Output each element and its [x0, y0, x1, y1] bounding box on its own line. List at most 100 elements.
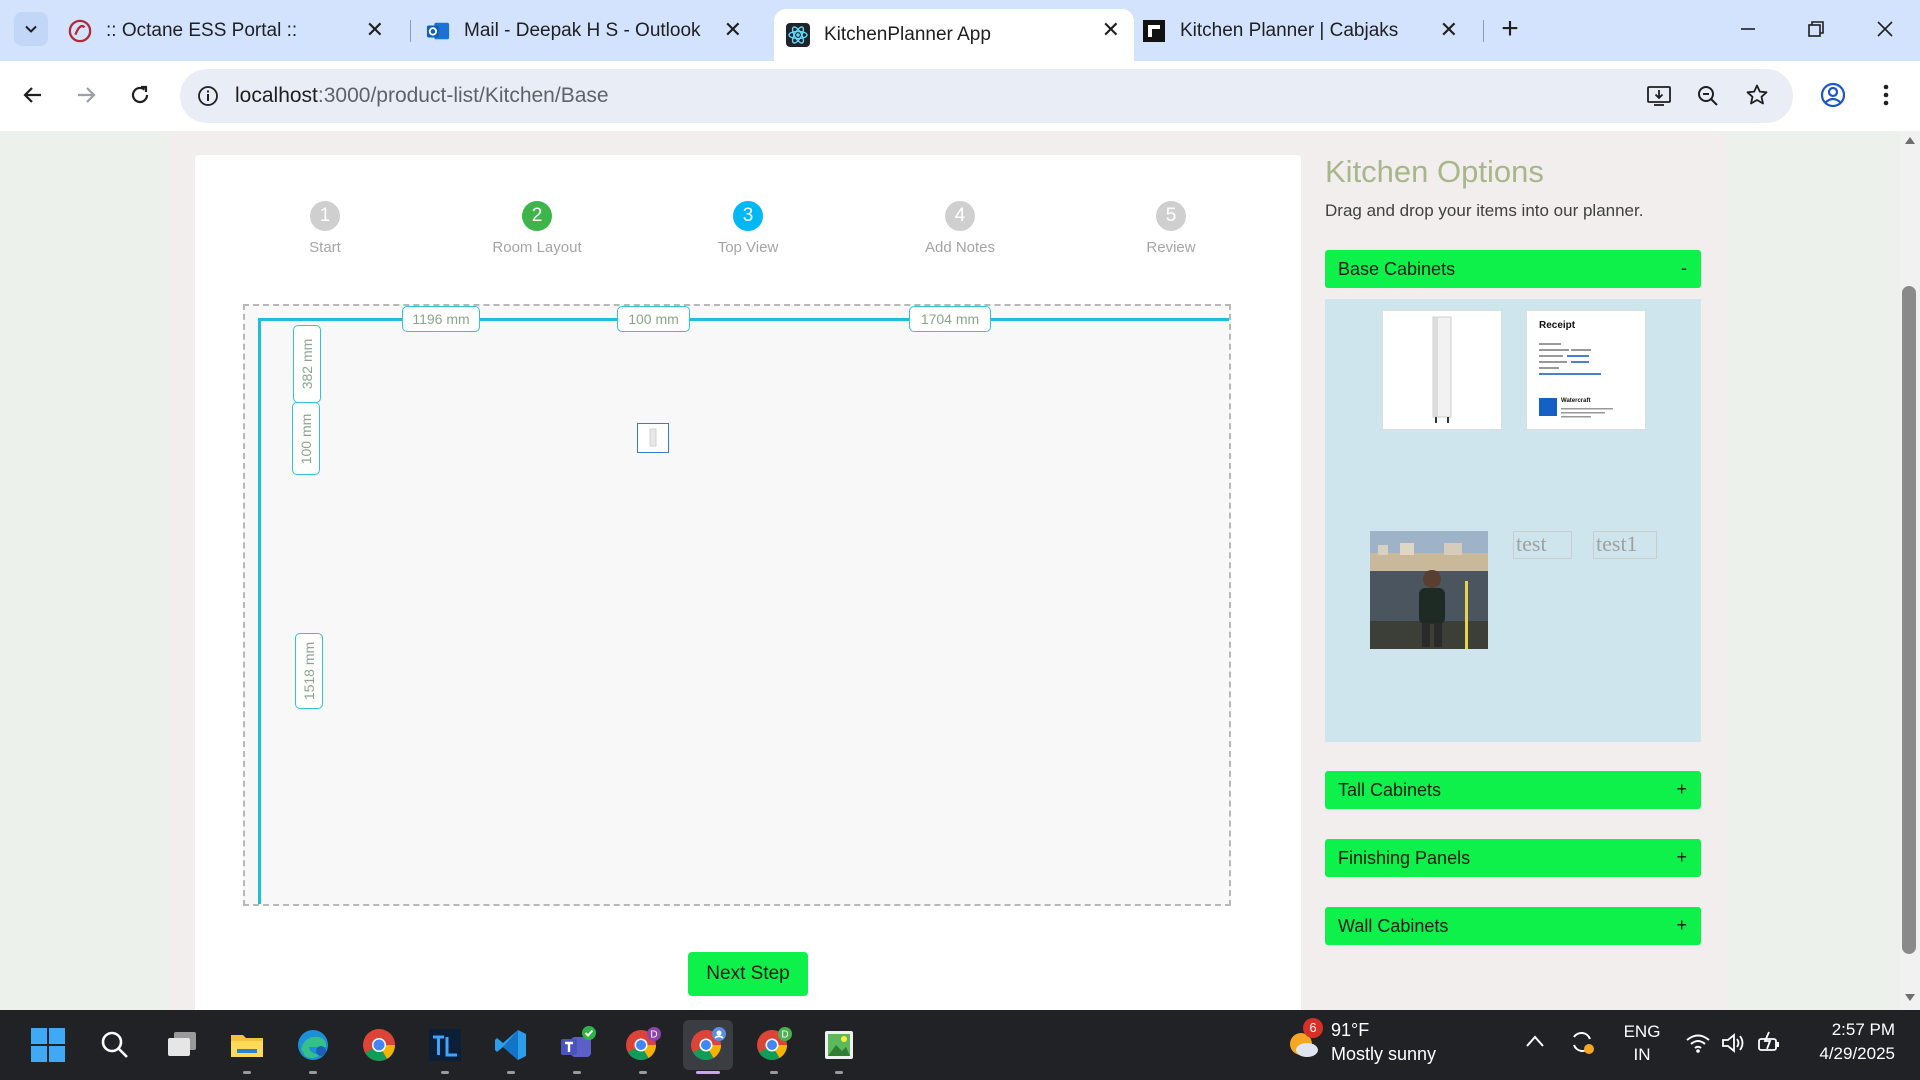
- step-label: Add Notes: [924, 239, 996, 256]
- accordion-label: Finishing Panels: [1338, 848, 1471, 868]
- url-text[interactable]: localhost:3000/product-list/Kitchen/Base: [235, 84, 609, 108]
- tl-app-button[interactable]: [420, 1020, 470, 1074]
- battery-button[interactable]: [1756, 1030, 1782, 1060]
- region-indicator[interactable]: IN: [1623, 1045, 1661, 1065]
- dimension-label-left[interactable]: 100 mm: [292, 402, 320, 475]
- weather-badge: 6: [1303, 1018, 1323, 1038]
- step-start[interactable]: 1 Start: [255, 201, 395, 256]
- collapse-icon[interactable]: -: [1681, 258, 1687, 279]
- tab-separator: [410, 20, 411, 42]
- step-add-notes[interactable]: 4 Add Notes: [890, 201, 1030, 256]
- task-view-button[interactable]: [157, 1020, 207, 1070]
- tab-cabjaks[interactable]: Kitchen Planner | Cabjaks ✕: [1142, 9, 1472, 53]
- broken-image-test1[interactable]: test1: [1593, 531, 1657, 559]
- receipt-brand: Watercraft: [1561, 398, 1591, 404]
- scroll-up-icon[interactable]: [1904, 135, 1916, 145]
- start-button[interactable]: [23, 1020, 73, 1070]
- minimize-icon: [1741, 28, 1755, 30]
- product-photo[interactable]: [1370, 531, 1488, 649]
- language-indicator[interactable]: ENG: [1623, 1022, 1661, 1042]
- bookmark-star-icon[interactable]: [1745, 83, 1769, 107]
- forward-button[interactable]: [68, 77, 104, 113]
- close-window-button[interactable]: [1865, 14, 1905, 44]
- tab-separator: [1483, 20, 1484, 42]
- chrome-active-button[interactable]: [683, 1020, 733, 1074]
- dimension-label-top[interactable]: 1196 mm: [402, 306, 480, 332]
- accordion-wall-cabinets[interactable]: Wall Cabinets +: [1325, 907, 1701, 945]
- close-tab-icon[interactable]: ✕: [724, 19, 742, 41]
- scrollbar-thumb[interactable]: [1902, 286, 1916, 954]
- weather-temperature[interactable]: 91°F: [1331, 1020, 1369, 1041]
- clock-date[interactable]: 4/29/2025: [1795, 1044, 1895, 1064]
- new-tab-button[interactable]: +: [1490, 12, 1530, 45]
- arrow-right-icon: [78, 87, 96, 103]
- tab-octane[interactable]: :: Octane ESS Portal :: ✕: [68, 9, 398, 53]
- placed-cabinet-item[interactable]: [637, 423, 669, 453]
- tab-search-dropdown-button[interactable]: [14, 12, 48, 46]
- search-taskbar-button[interactable]: [90, 1020, 140, 1070]
- product-tall-cabinet[interactable]: [1382, 310, 1502, 430]
- accordion-finishing-panels[interactable]: Finishing Panels +: [1325, 839, 1701, 877]
- back-button[interactable]: [15, 77, 51, 113]
- receipt-footer-lines: [1561, 408, 1613, 418]
- dimension-label-top[interactable]: 1704 mm: [909, 306, 991, 332]
- receipt-lines: [1539, 343, 1601, 375]
- volume-button[interactable]: [1720, 1032, 1746, 1058]
- tab-kitchenplanner[interactable]: KitchenPlanner App ✕: [774, 9, 1134, 61]
- chrome-taskbar-button[interactable]: [354, 1020, 404, 1070]
- clock-time[interactable]: 2:57 PM: [1803, 1020, 1895, 1040]
- chrome-profile-icon: D: [757, 1027, 792, 1061]
- site-info-icon[interactable]: [197, 85, 219, 107]
- product-receipt-image[interactable]: Receipt Watercraft: [1526, 310, 1646, 430]
- profile-button[interactable]: [1815, 77, 1851, 113]
- dimension-label-top[interactable]: 100 mm: [617, 306, 690, 332]
- browser-menu-button[interactable]: [1868, 77, 1904, 113]
- image-viewer-button[interactable]: [814, 1020, 864, 1074]
- task-view-icon: [168, 1032, 196, 1056]
- sync-status-button[interactable]: [1568, 1028, 1596, 1060]
- restore-button[interactable]: [1796, 14, 1836, 44]
- reload-icon: [131, 85, 149, 104]
- close-tab-icon[interactable]: ✕: [1102, 19, 1120, 41]
- next-step-button[interactable]: Next Step: [688, 952, 808, 996]
- more-vertical-icon: [1883, 84, 1889, 106]
- address-bar[interactable]: localhost:3000/product-list/Kitchen/Base: [180, 69, 1793, 123]
- install-app-icon[interactable]: [1646, 84, 1672, 108]
- expand-icon[interactable]: +: [1676, 915, 1687, 936]
- minimize-button[interactable]: [1728, 14, 1768, 44]
- chrome-profile-d-button[interactable]: D: [618, 1020, 668, 1074]
- vscode-button[interactable]: [486, 1020, 536, 1074]
- teams-button[interactable]: [552, 1020, 602, 1074]
- edge-button[interactable]: [288, 1020, 338, 1074]
- step-room-layout[interactable]: 2 Room Layout: [467, 201, 607, 256]
- chrome-profile-d2-button[interactable]: D: [749, 1020, 799, 1074]
- accordion-label: Base Cabinets: [1338, 259, 1456, 279]
- image-viewer-icon: [825, 1031, 853, 1059]
- step-review[interactable]: 5 Review: [1101, 201, 1241, 256]
- weather-condition[interactable]: Mostly sunny: [1331, 1044, 1436, 1065]
- tab-title: Kitchen Planner | Cabjaks: [1180, 20, 1399, 41]
- broken-image-test[interactable]: test: [1513, 531, 1572, 559]
- scroll-down-icon[interactable]: [1904, 993, 1916, 1003]
- room-top-view-canvas[interactable]: 1196 mm 100 mm 1704 mm 382 mm 100 mm 151…: [243, 304, 1231, 906]
- close-tab-icon[interactable]: ✕: [1440, 19, 1458, 41]
- show-hidden-icons-button[interactable]: [1525, 1033, 1545, 1052]
- tab-outlook[interactable]: Mail - Deepak H S - Outlook ✕: [426, 9, 756, 53]
- expand-icon[interactable]: +: [1676, 779, 1687, 800]
- weather-widget-icon[interactable]: 6: [1283, 1018, 1323, 1062]
- step-label: Top View: [717, 239, 779, 256]
- expand-icon[interactable]: +: [1676, 847, 1687, 868]
- wifi-button[interactable]: [1685, 1032, 1711, 1058]
- tab-title: :: Octane ESS Portal ::: [106, 20, 298, 41]
- close-tab-icon[interactable]: ✕: [366, 19, 384, 41]
- zoom-icon[interactable]: [1696, 84, 1720, 108]
- dimension-label-left[interactable]: 1518 mm: [295, 633, 323, 709]
- accordion-base-cabinets[interactable]: Base Cabinets -: [1325, 250, 1701, 288]
- step-number: 2: [522, 201, 552, 231]
- step-label: Review: [1146, 239, 1196, 256]
- accordion-tall-cabinets[interactable]: Tall Cabinets +: [1325, 771, 1701, 809]
- step-top-view[interactable]: 3 Top View: [678, 201, 818, 256]
- reload-button[interactable]: [122, 77, 158, 113]
- dimension-label-left[interactable]: 382 mm: [293, 325, 321, 403]
- file-explorer-button[interactable]: [222, 1020, 272, 1074]
